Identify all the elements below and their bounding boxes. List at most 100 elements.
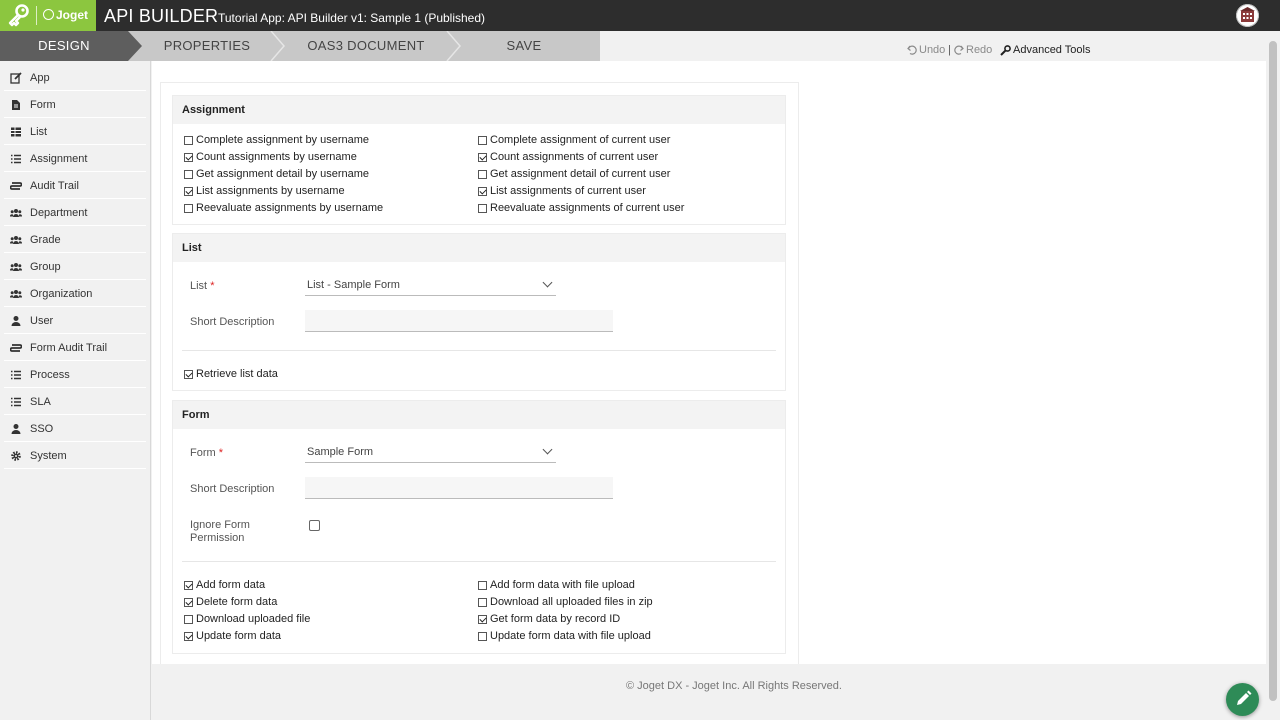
checkbox[interactable] (184, 186, 193, 196)
checkbox-label: Count assignments by username (196, 151, 357, 163)
checkbox[interactable] (478, 631, 487, 641)
sidebar-item-label: SSO (30, 422, 54, 435)
list-select[interactable]: List - Sample Form (305, 274, 556, 296)
assignment-option-left-0[interactable]: Complete assignment by username (184, 134, 369, 146)
page-scrollbar[interactable] (1266, 31, 1280, 720)
key-icon (8, 4, 29, 27)
checkbox-label: Get assignment detail by username (196, 168, 370, 180)
avatar[interactable] (1236, 4, 1259, 27)
assignment-section-title: Assignment (173, 96, 785, 124)
logo[interactable]: Joget (0, 0, 96, 31)
checkbox[interactable] (478, 614, 487, 624)
checkbox[interactable] (184, 203, 193, 213)
checkbox-label: Get form data by record ID (490, 613, 621, 625)
list-select-value: List - Sample Form (307, 279, 400, 291)
checkbox[interactable] (478, 152, 487, 162)
tab-oas3-document[interactable]: OAS3 DOCUMENT (288, 31, 444, 61)
table-icon (11, 127, 21, 136)
scrollbar-thumb[interactable] (1269, 41, 1277, 701)
list-icon (11, 370, 21, 379)
checkbox[interactable] (184, 369, 193, 379)
sidebar-item-system[interactable]: System (4, 443, 146, 469)
checkbox-label: Download all uploaded files in zip (490, 596, 653, 608)
sidebar-item-user[interactable]: User (4, 308, 146, 334)
form-select[interactable]: Sample Form (305, 441, 556, 463)
list-label-text: List (190, 280, 208, 292)
avatar-icon (1236, 4, 1259, 27)
tab-save[interactable]: SAVE (464, 31, 584, 61)
assignment-option-left-1[interactable]: Count assignments by username (184, 151, 357, 163)
checkbox[interactable] (184, 580, 193, 590)
chevron-down-icon (542, 444, 553, 455)
advanced-tools-button[interactable]: Advanced Tools (1013, 44, 1090, 56)
checkbox-label: Reevaluate assignments by username (196, 202, 384, 214)
sidebar-item-form[interactable]: Form (4, 92, 146, 118)
sidebar-item-grade[interactable]: Grade (4, 227, 146, 253)
redo-button[interactable]: Redo (966, 44, 992, 56)
sidebar-item-department[interactable]: Department (4, 200, 146, 226)
users-icon (10, 262, 22, 271)
checkbox[interactable] (184, 169, 193, 179)
form-short-description-input[interactable] (305, 477, 613, 499)
sidebar-item-process[interactable]: Process (4, 362, 146, 388)
sidebar-item-assignment[interactable]: Assignment (4, 146, 146, 172)
checkbox[interactable] (478, 135, 487, 145)
form-option-left-3[interactable]: Update form data (184, 630, 281, 642)
sidebar-item-sla[interactable]: SLA (4, 389, 146, 415)
list-short-description-input[interactable] (305, 310, 613, 332)
list-short-description-label: Short Description (190, 316, 275, 328)
form-option-right-3[interactable]: Update form data with file upload (478, 630, 651, 642)
audit-icon (10, 343, 22, 352)
checkbox[interactable] (478, 186, 487, 196)
builder-tabs: DESIGN PROPERTIES OAS3 DOCUMENT SAVE (0, 31, 600, 61)
sidebar-item-app[interactable]: App (4, 65, 146, 91)
sidebar-item-form-audit-trail[interactable]: Form Audit Trail (4, 335, 146, 361)
ignore-form-permission-label: Ignore Form (190, 519, 250, 531)
checkbox-label: Delete form data (196, 596, 278, 608)
checkbox[interactable] (184, 614, 193, 624)
form-select-value: Sample Form (307, 446, 374, 458)
tab-properties[interactable]: PROPERTIES (146, 31, 268, 61)
checkbox[interactable] (478, 169, 487, 179)
sidebar-item-list[interactable]: List (4, 119, 146, 145)
checkbox-label: Complete assignment of current user (490, 134, 671, 146)
assignment-option-right-3[interactable]: List assignments of current user (478, 185, 646, 197)
form-option-left-2[interactable]: Download uploaded file (184, 613, 310, 625)
form-option-right-0[interactable]: Add form data with file upload (478, 579, 635, 591)
users-icon (10, 289, 22, 298)
form-option-left-1[interactable]: Delete form data (184, 596, 277, 608)
sidebar-item-organization[interactable]: Organization (4, 281, 146, 307)
assignment-option-left-3[interactable]: List assignments by username (184, 185, 345, 197)
checkbox[interactable] (478, 580, 487, 590)
assignment-option-right-2[interactable]: Get assignment detail of current user (478, 168, 670, 180)
ignore-form-permission-checkbox[interactable] (309, 520, 320, 531)
checkbox[interactable] (184, 597, 193, 607)
checkbox-label: Update form data (196, 630, 281, 642)
assignment-option-right-1[interactable]: Count assignments of current user (478, 151, 658, 163)
checkbox-label: Count assignments of current user (490, 151, 659, 163)
checkbox[interactable] (184, 135, 193, 145)
sidebar-item-label: Process (30, 368, 70, 381)
checkbox-label: List assignments of current user (490, 185, 646, 197)
tab-design[interactable]: DESIGN (0, 31, 128, 61)
form-short-description-label: Short Description (190, 483, 275, 495)
assignment-option-left-4[interactable]: Reevaluate assignments by username (184, 202, 383, 214)
retrieve-list-data-checkbox[interactable]: Retrieve list data (184, 368, 278, 380)
sidebar-item-label: Form (30, 98, 56, 111)
form-option-right-2[interactable]: Get form data by record ID (478, 613, 620, 625)
sidebar-item-sso[interactable]: SSO (4, 416, 146, 442)
assignment-option-left-2[interactable]: Get assignment detail by username (184, 168, 369, 180)
assignment-option-right-4[interactable]: Reevaluate assignments of current user (478, 202, 684, 214)
checkbox[interactable] (478, 203, 487, 213)
edit-fab-button[interactable] (1226, 683, 1259, 716)
checkbox[interactable] (184, 152, 193, 162)
form-option-right-1[interactable]: Download all uploaded files in zip (478, 596, 653, 608)
undo-button[interactable]: Undo (919, 44, 945, 56)
assignment-option-right-0[interactable]: Complete assignment of current user (478, 134, 670, 146)
list-icon (11, 154, 21, 163)
checkbox[interactable] (478, 597, 487, 607)
checkbox[interactable] (184, 631, 193, 641)
form-option-left-0[interactable]: Add form data (184, 579, 265, 591)
sidebar-item-group[interactable]: Group (4, 254, 146, 280)
sidebar-item-audit-trail[interactable]: Audit Trail (4, 173, 146, 199)
